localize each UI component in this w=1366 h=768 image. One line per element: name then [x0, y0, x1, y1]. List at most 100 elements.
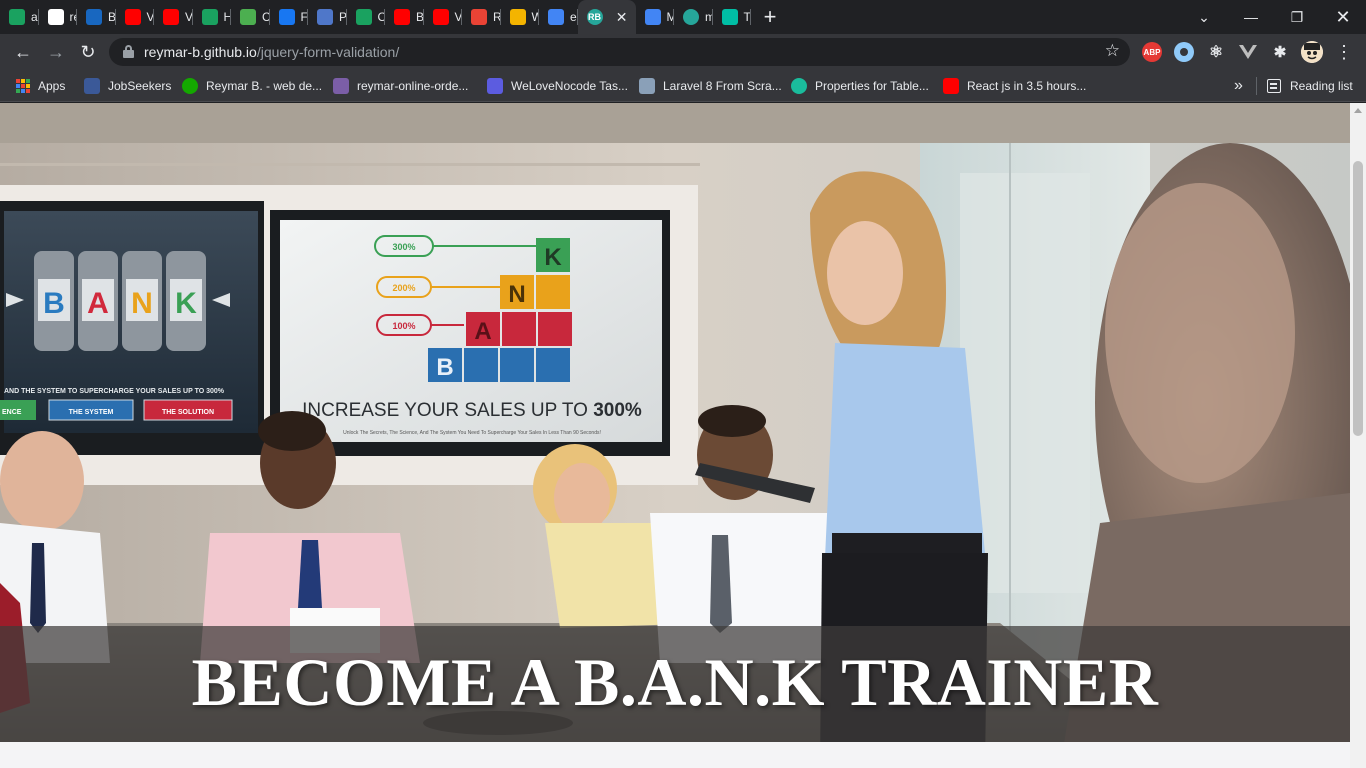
address-bar[interactable]: reymar-b.github.io/jquery-form-validatio…	[109, 38, 1130, 66]
vue-devtools-icon[interactable]	[1238, 42, 1258, 62]
react-devtools-icon[interactable]: ⚛	[1206, 42, 1226, 62]
tab-4[interactable]: Vu	[154, 0, 193, 34]
tab-16[interactable]: My	[636, 0, 674, 34]
bookmark-label: reymar-online-orde...	[357, 79, 469, 93]
upwork-icon	[182, 78, 198, 94]
vuetify-icon	[201, 9, 218, 25]
google-icon	[548, 9, 564, 25]
globe-icon	[317, 9, 333, 25]
web-page: B A N K AND THE SYSTEM TO SUPERCHARGE YO…	[0, 103, 1350, 768]
tab-14[interactable]: enc	[539, 0, 578, 34]
tab-8[interactable]: Pro	[308, 0, 347, 34]
rb-icon: RB	[586, 9, 603, 25]
tab-strip: adrreyButVuVuHTCoFacProCoBefVuRecWrencRB…	[0, 0, 1366, 34]
lock-icon	[123, 45, 134, 58]
youtube-icon	[943, 78, 959, 94]
bookmark-item[interactable]: WeLoveNocode Tas...	[487, 76, 628, 96]
tab-title: Vu	[185, 10, 193, 24]
bookmark-star-icon[interactable]: ☆	[1105, 41, 1120, 61]
block-letter-n: N	[508, 281, 525, 308]
scroll-up-arrow[interactable]	[1354, 108, 1362, 113]
tab-11[interactable]: Vu	[424, 0, 463, 34]
list-icon	[487, 78, 503, 94]
new-tab-button[interactable]: +	[753, 0, 787, 34]
browser-toolbar: ← → ↻ reymar-b.github.io/jquery-form-val…	[0, 34, 1366, 70]
page-scrollbar[interactable]	[1350, 103, 1366, 768]
tab-3[interactable]: Vu	[116, 0, 155, 34]
youtube-icon	[163, 9, 179, 25]
tab-1[interactable]: rey	[39, 0, 78, 34]
tab-5[interactable]: HT	[193, 0, 231, 34]
youtube-icon	[432, 9, 449, 25]
hero-title: BECOME A B.A.N.K TRAINER	[191, 644, 1159, 720]
percent-label-100: 100%	[392, 321, 415, 331]
bookmark-item[interactable]: reymar-online-orde...	[333, 76, 468, 96]
tab-close-icon[interactable]: ✕	[616, 9, 628, 26]
bookmark-item[interactable]: Reymar B. - web de...	[182, 76, 322, 96]
heroku-icon	[333, 78, 349, 94]
bookmark-item[interactable]: React js in 3.5 hours...	[943, 76, 1086, 96]
tab-0[interactable]: adr	[0, 0, 39, 34]
vuetify-icon	[9, 9, 25, 25]
youtube-icon	[124, 9, 141, 25]
tab-list: adrreyButVuVuHTCoFacProCoBefVuRecWrencRB…	[0, 0, 751, 34]
bookmark-item[interactable]: JobSeekers	[84, 76, 171, 96]
tab-13[interactable]: Wr	[501, 0, 539, 34]
reload-button[interactable]: ↻	[74, 38, 102, 66]
bookmark-label: React js in 3.5 hours...	[967, 79, 1087, 93]
bookmarks-more-button[interactable]: »	[1234, 76, 1243, 96]
vuetify-icon	[86, 9, 102, 25]
tab-12[interactable]: Rec	[462, 0, 501, 34]
back-button[interactable]: ←	[9, 38, 37, 66]
bookmark-label: WeLoveNocode Tas...	[511, 79, 628, 93]
tab-title: Rec	[493, 10, 501, 24]
bookmark-apps[interactable]: Apps	[16, 76, 65, 96]
tab-title: enc	[570, 10, 578, 24]
tab-title: rey	[69, 10, 78, 24]
profile-avatar[interactable]	[1301, 41, 1323, 63]
adblock-plus-icon[interactable]: ABP	[1142, 42, 1162, 62]
tab-18[interactable]: Tea	[713, 0, 752, 34]
tab-title: Pro	[339, 10, 347, 24]
percent-label-200: 200%	[392, 283, 415, 293]
minimize-button[interactable]: —	[1228, 0, 1274, 34]
bookmark-label: Properties for Table...	[815, 79, 929, 93]
browser-menu-button[interactable]: ⋮	[1330, 38, 1358, 66]
tab-10[interactable]: Bef	[385, 0, 424, 34]
tab-active[interactable]: RB ✕	[577, 0, 636, 34]
percent-label-300: 300%	[392, 242, 415, 252]
reading-list-button[interactable]: Reading list	[1267, 76, 1353, 96]
tab-7[interactable]: Fac	[270, 0, 308, 34]
tab-title: Vu	[146, 10, 155, 24]
url-host: reymar-b.github.io	[144, 44, 257, 60]
tab-title: Vu	[454, 10, 463, 24]
reel-letter-a: A	[87, 287, 109, 320]
bookmark-item[interactable]: Laravel 8 From Scra...	[639, 76, 782, 96]
block-letter-b: B	[436, 354, 453, 381]
scrollbar-thumb[interactable]	[1353, 161, 1363, 436]
tab-9[interactable]: Co	[347, 0, 386, 34]
left-screen-button-2: THE SYSTEM	[69, 409, 114, 416]
tab-title: Co	[377, 10, 386, 24]
bookmarks-bar: Apps JobSeekers Reymar B. - web de... reym…	[0, 70, 1366, 102]
laracasts-icon	[639, 78, 655, 94]
url-path: /jquery-form-validation/	[256, 44, 400, 60]
tailwind-icon	[791, 78, 807, 94]
tab-title: Tea	[743, 10, 752, 24]
extension-circle-icon[interactable]	[1174, 42, 1194, 62]
apps-grid-icon	[16, 79, 30, 93]
tab-2[interactable]: But	[77, 0, 116, 34]
tab-6[interactable]: Co	[231, 0, 270, 34]
tab-title: Co	[262, 10, 270, 24]
bookmark-label: Reymar B. - web de...	[206, 79, 323, 93]
bookmark-item[interactable]: Properties for Table...	[791, 76, 929, 96]
extensions-puzzle-icon[interactable]: ✱	[1270, 42, 1290, 62]
youtube-icon	[394, 9, 410, 25]
close-window-button[interactable]: ✕	[1320, 0, 1366, 34]
tab-search-button[interactable]: ⌄	[1181, 0, 1227, 34]
forward-button[interactable]: →	[42, 38, 70, 66]
tab-17[interactable]: my	[674, 0, 713, 34]
restore-button[interactable]: ❐	[1274, 0, 1320, 34]
reading-list-icon	[1267, 79, 1281, 93]
rb-icon	[683, 9, 699, 25]
